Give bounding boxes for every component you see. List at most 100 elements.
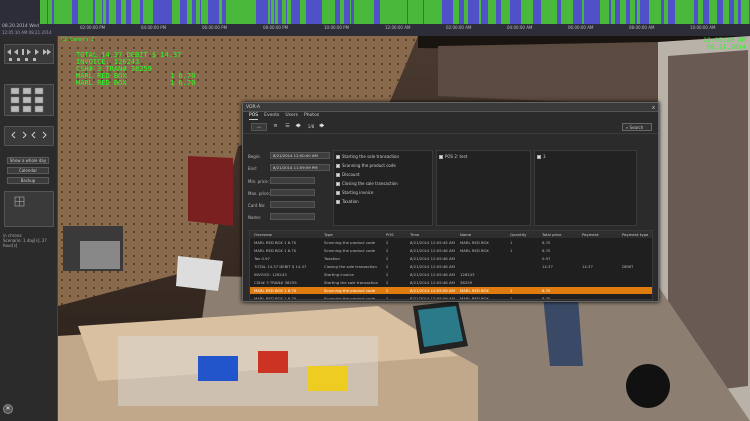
collapse-button[interactable]: ︿ [251,123,267,131]
table-row[interactable]: MARL RED BOX 1 6.70 Scanning the product … [250,247,652,254]
table-cell: 2 [386,264,389,269]
table-row[interactable]: MARL RED BOX 1 6.70 Scanning the product … [250,287,652,294]
next-page-icon[interactable]: 🡆 [317,123,327,131]
dialog-tabs: POS Events Users Photos [243,112,658,120]
table-cell: Starting invoice [324,272,354,277]
name-field[interactable] [270,213,315,220]
table-cell: Scanning the product code [324,288,376,293]
control-panel: Show a whole day Calendar Backup in chro… [0,36,58,421]
max-price-field[interactable] [270,189,315,196]
table-cell: Scanning the product code [324,248,376,253]
pos-item[interactable]: POS 2: test [439,153,467,160]
timeline-tick-label: 12:00:00 AM [385,25,411,30]
table-row[interactable]: INVOICE: 126243 Starting invoice 2 8/21/201… [250,271,652,278]
user-item[interactable]: 3 [537,153,546,160]
dialog-titlebar[interactable]: VDR-A x [243,103,658,112]
search-button[interactable]: ⌕ Search [622,123,652,131]
end-field[interactable]: 8/21/2014 11:59:59 PM [270,164,330,171]
timeline-tick-label: 10:00:00 AM [690,25,716,30]
table-row[interactable]: CSH# 3 TRAN# 38259 Starting the sale tran… [250,279,652,286]
close-icon[interactable]: ✕ [3,404,13,414]
table-cell: Starting the sale transaction [324,280,379,285]
playback-controls[interactable] [4,44,54,64]
checkbox-icon [336,199,340,204]
timeline-range: 12:05:10 AM 08.21.2014 [2,30,52,35]
show-whole-day-button[interactable]: Show a whole day [7,157,49,164]
table-row[interactable]: MARL RED BOX 1 6.70 Scanning the product … [250,239,652,246]
event-item[interactable]: Starting invoice [336,189,373,196]
detail-list-icon[interactable]: ☰ [283,123,292,131]
timeline-activity-bars[interactable] [40,0,750,24]
table-row[interactable]: TOTAL 14.37 DEBIT $ 14.37 Closing the sal… [250,263,652,270]
ptz-controls[interactable] [4,84,54,116]
table-header: Overview Type POS Time Name Quantity Total pri… [250,231,652,238]
table-cell: Payment [582,232,599,237]
table-cell: 2 [386,296,389,300]
table-cell: 14.37 [582,264,593,269]
dialog-close-icon[interactable]: x [652,104,655,113]
checkbox-icon [336,163,340,168]
table-cell: TOTAL 14.37 DEBIT $ 14.37 [254,264,307,269]
table-cell: 8/21/2014 12:05:48 AM [410,280,455,285]
search-icon: ⌕ [626,125,629,130]
table-cell: Name [460,232,472,237]
tab-users[interactable]: Users [285,112,298,120]
calendar-button[interactable]: Calendar [7,167,49,174]
table-cell: MARL RED BOX 1 6.70 [254,288,297,293]
timeline-tick-label: 02:00:00 PM [80,25,106,30]
tab-photos[interactable]: Photos [304,112,319,120]
table-cell: 8/21/2014 12:05:46 AM [410,248,455,253]
table-cell: Type [324,232,333,237]
event-item[interactable]: Taxation [336,198,359,205]
table-cell: 2 [386,248,389,253]
event-item[interactable]: Closing the sale transaction [336,180,398,187]
backup-button[interactable]: Backup [7,177,49,184]
begin-field[interactable]: 8/21/2014 12:00:00 AM [270,152,330,159]
table-cell: 8/21/2014 12:05:48 AM [410,272,455,277]
tab-pos[interactable]: POS [249,112,259,120]
max-price-label: Max. price: [248,191,271,196]
table-row[interactable]: MARL RED BOX 1 6.70 Scanning the product … [250,295,652,300]
pos-list: POS 2: test [436,150,531,226]
pos-text-overlay: TOTAL 14.37 DEBIT $ 14.37 INVOICE: 12624… [76,52,195,87]
min-price-label: Min. price: [248,179,269,184]
info-line: hour[s] [3,243,18,248]
timeline-tick-label: 10:00:00 PM [324,25,350,30]
table-cell: 38259 [460,280,473,285]
checkbox-icon [336,172,340,177]
pos-search-dialog: VDR-A x POS Events Users Photos ︿ ≡ ☰ 🡄 … [242,102,659,302]
card-number-field[interactable] [270,201,315,208]
table-cell: MARL RED BOX [460,248,489,253]
event-type-list: Starting the sale transaction Scanning t… [333,150,433,226]
event-item[interactable]: Discount [336,171,360,178]
table-row[interactable]: Tax 0.97 Taxation 2 8/21/2014 12:05:48 AM 0.… [250,255,652,262]
list-icon[interactable]: ≡ [271,123,280,131]
table-cell: DEBIT [622,264,634,269]
checkbox-icon [336,154,340,159]
page-indicator: 1/8 [307,124,315,129]
layout-selector[interactable] [4,191,54,227]
previous-page-icon[interactable]: 🡄 [293,123,303,131]
table-cell: 2 [386,240,389,245]
min-price-field[interactable] [270,177,315,184]
table-cell: 8/21/2014 12:05:59 AM [410,288,455,293]
begin-label: Begin: [248,154,261,159]
timeline-tick-label: 06:00:00 AM [568,25,594,30]
table-cell: Closing the sale transaction [324,264,377,269]
timeline-tick-label: 04:00:00 AM [507,25,533,30]
tab-events[interactable]: Events [264,112,279,120]
timeline[interactable]: 08.20.2014 Wed 12:05:10 AM 08.21.2014 02… [0,0,750,36]
event-item[interactable]: Scanning the product code [336,162,396,169]
table-cell: 1 [510,288,513,293]
table-cell: CSH# 3 TRAN# 38259 [254,280,297,285]
table-cell: Quantity [510,232,527,237]
table-cell: 6.70 [542,296,551,300]
event-item[interactable]: Starting the sale transaction [336,153,399,160]
table-cell: 1 [510,248,513,253]
table-cell: 14.37 [542,264,553,269]
speed-controls[interactable] [4,126,54,146]
timeline-tick-label: 02:00:00 AM [446,25,472,30]
table-cell: 2 [386,272,389,277]
table-cell: MARL RED BOX [460,240,489,245]
table-cell: Tax 0.97 [254,256,270,261]
